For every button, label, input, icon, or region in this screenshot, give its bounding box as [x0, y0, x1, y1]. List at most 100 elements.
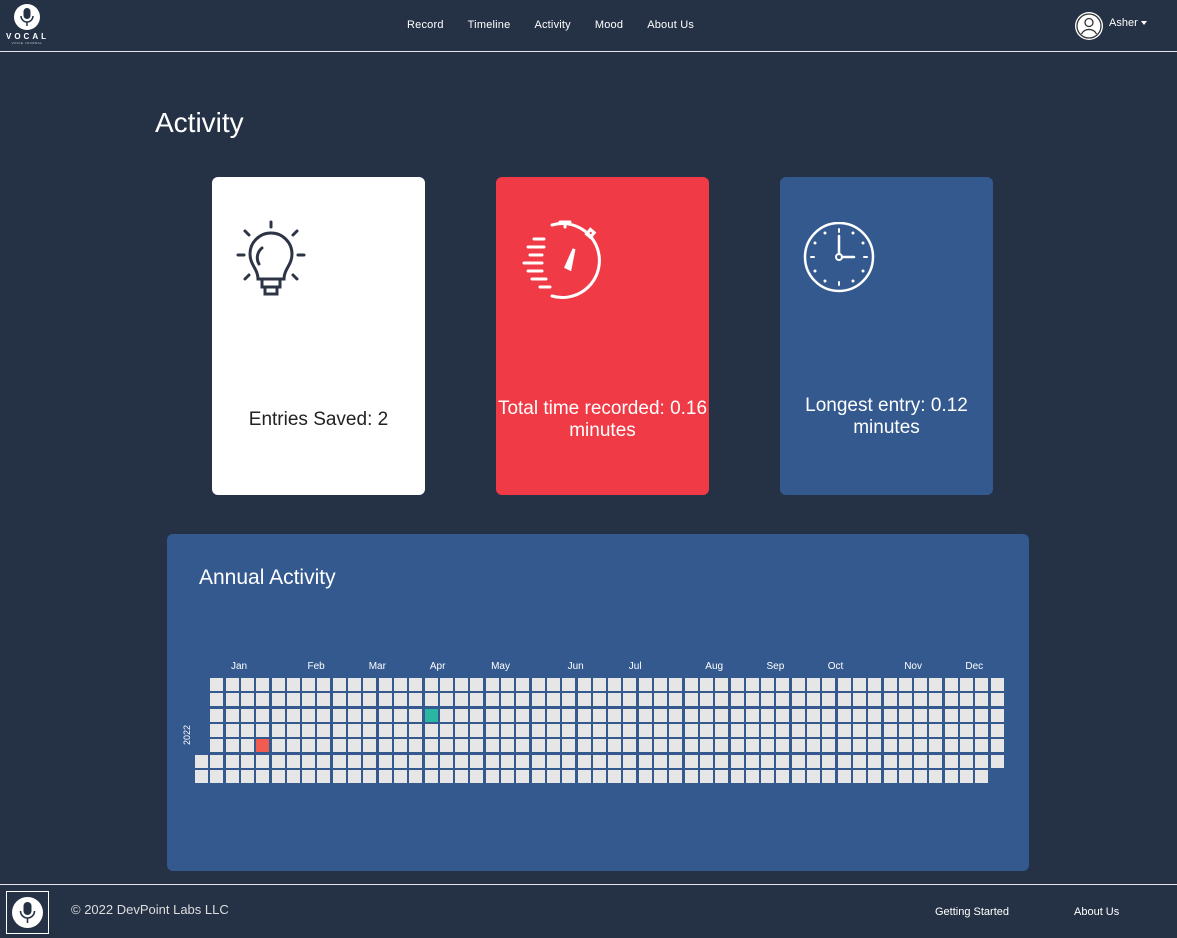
heatmap-day-cell[interactable] — [531, 693, 545, 707]
heatmap-day-cell[interactable] — [501, 708, 514, 722]
heatmap-day-cell[interactable] — [332, 708, 346, 722]
heatmap-day-cell[interactable] — [929, 769, 943, 783]
heatmap-day-cell[interactable] — [776, 739, 790, 753]
heatmap-day-cell[interactable] — [332, 769, 346, 783]
heatmap-day-cell[interactable] — [439, 693, 453, 707]
footer-getting-started-link[interactable]: Getting Started — [935, 906, 1009, 918]
heatmap-day-cell[interactable] — [546, 754, 560, 768]
heatmap-day-cell[interactable] — [807, 754, 820, 768]
heatmap-day-cell[interactable] — [623, 739, 637, 753]
heatmap-day-cell[interactable] — [455, 739, 469, 753]
heatmap-day-cell[interactable] — [546, 678, 560, 691]
heatmap-day-cell[interactable] — [439, 678, 453, 691]
heatmap-day-cell[interactable] — [807, 678, 820, 691]
heatmap-day-cell[interactable] — [654, 678, 667, 691]
heatmap-day-cell[interactable] — [960, 708, 973, 722]
heatmap-day-cell[interactable] — [852, 708, 866, 722]
heatmap-day-cell[interactable] — [256, 723, 270, 737]
heatmap-day-cell[interactable] — [684, 754, 698, 768]
heatmap-day-cell[interactable] — [837, 678, 851, 691]
heatmap-day-cell[interactable] — [516, 723, 530, 737]
heatmap-day-cell[interactable] — [577, 739, 591, 753]
heatmap-day-cell[interactable] — [883, 708, 897, 722]
heatmap-day-cell[interactable] — [363, 739, 377, 753]
heatmap-day-cell[interactable] — [516, 678, 530, 691]
heatmap-day-cell[interactable] — [256, 693, 270, 707]
heatmap-day-cell[interactable] — [623, 723, 637, 737]
heatmap-day-cell[interactable] — [638, 723, 652, 737]
heatmap-day-cell[interactable] — [914, 754, 928, 768]
heatmap-day-cell[interactable] — [990, 693, 1004, 707]
heatmap-day-cell[interactable] — [470, 769, 484, 783]
heatmap-day-cell[interactable] — [684, 769, 698, 783]
heatmap-day-cell[interactable] — [761, 739, 775, 753]
heatmap-day-cell[interactable] — [807, 708, 820, 722]
heatmap-day-cell[interactable] — [592, 739, 606, 753]
heatmap-day-cell[interactable] — [960, 769, 973, 783]
heatmap-day-cell[interactable] — [317, 678, 331, 691]
heatmap-day-cell[interactable] — [501, 769, 514, 783]
heatmap-day-cell[interactable] — [883, 723, 897, 737]
heatmap-day-cell[interactable] — [546, 739, 560, 753]
heatmap-day-cell[interactable] — [745, 708, 759, 722]
heatmap-day-cell[interactable] — [225, 693, 239, 707]
heatmap-day-cell[interactable] — [546, 708, 560, 722]
heatmap-day-cell[interactable] — [684, 693, 698, 707]
heatmap-day-cell[interactable] — [577, 723, 591, 737]
heatmap-day-cell[interactable] — [348, 723, 361, 737]
heatmap-day-cell[interactable] — [531, 708, 545, 722]
heatmap-day-cell[interactable] — [975, 769, 989, 783]
heatmap-day-cell[interactable] — [210, 708, 224, 722]
heatmap-day-cell[interactable] — [562, 678, 576, 691]
heatmap-day-cell[interactable] — [837, 708, 851, 722]
heatmap-day-cell[interactable] — [898, 769, 912, 783]
heatmap-day-cell[interactable] — [852, 739, 866, 753]
heatmap-day-cell[interactable] — [822, 769, 836, 783]
heatmap-day-cell[interactable] — [837, 754, 851, 768]
heatmap-day-cell[interactable] — [225, 769, 239, 783]
heatmap-day-cell[interactable] — [409, 754, 423, 768]
heatmap-day-cell[interactable] — [378, 754, 392, 768]
heatmap-day-cell[interactable] — [302, 723, 316, 737]
heatmap-day-cell[interactable] — [485, 769, 499, 783]
heatmap-day-cell[interactable] — [699, 739, 713, 753]
heatmap-day-cell[interactable] — [944, 769, 958, 783]
heatmap-day-cell[interactable] — [868, 678, 882, 691]
heatmap-day-cell[interactable] — [638, 693, 652, 707]
heatmap-day-cell[interactable] — [990, 678, 1004, 691]
heatmap-day-cell[interactable] — [439, 739, 453, 753]
heatmap-day-cell[interactable] — [348, 754, 361, 768]
heatmap-day-cell[interactable] — [761, 769, 775, 783]
heatmap-day-cell[interactable] — [286, 754, 300, 768]
heatmap-day-cell[interactable] — [852, 678, 866, 691]
heatmap-day-cell[interactable] — [715, 708, 729, 722]
heatmap-day-cell[interactable] — [715, 769, 729, 783]
heatmap-day-cell[interactable] — [791, 678, 805, 691]
heatmap-day-cell[interactable] — [883, 739, 897, 753]
heatmap-day-cell[interactable] — [929, 693, 943, 707]
heatmap-day-cell[interactable] — [761, 723, 775, 737]
heatmap-day-cell[interactable] — [332, 739, 346, 753]
heatmap-day-cell[interactable] — [302, 678, 316, 691]
heatmap-day-cell[interactable] — [470, 723, 484, 737]
heatmap-day-cell[interactable] — [715, 693, 729, 707]
heatmap-day-cell[interactable] — [745, 739, 759, 753]
heatmap-day-cell[interactable] — [822, 754, 836, 768]
heatmap-day-cell[interactable] — [807, 739, 820, 753]
heatmap-day-cell[interactable] — [225, 708, 239, 722]
heatmap-day-cell[interactable] — [699, 678, 713, 691]
heatmap-day-cell[interactable] — [852, 723, 866, 737]
heatmap-day-cell[interactable] — [317, 769, 331, 783]
heatmap-day-cell[interactable] — [623, 708, 637, 722]
heatmap-day-cell[interactable] — [960, 678, 973, 691]
heatmap-day-cell[interactable] — [868, 708, 882, 722]
heatmap-day-cell[interactable] — [424, 693, 438, 707]
heatmap-day-cell[interactable] — [898, 678, 912, 691]
heatmap-day-cell[interactable] — [669, 723, 683, 737]
heatmap-day-cell[interactable] — [592, 708, 606, 722]
heatmap-day-cell[interactable] — [240, 708, 254, 722]
heatmap-day-cell[interactable] — [302, 769, 316, 783]
heatmap-day-cell[interactable] — [332, 723, 346, 737]
heatmap-day-cell[interactable] — [378, 693, 392, 707]
heatmap-day-cell[interactable] — [348, 769, 361, 783]
